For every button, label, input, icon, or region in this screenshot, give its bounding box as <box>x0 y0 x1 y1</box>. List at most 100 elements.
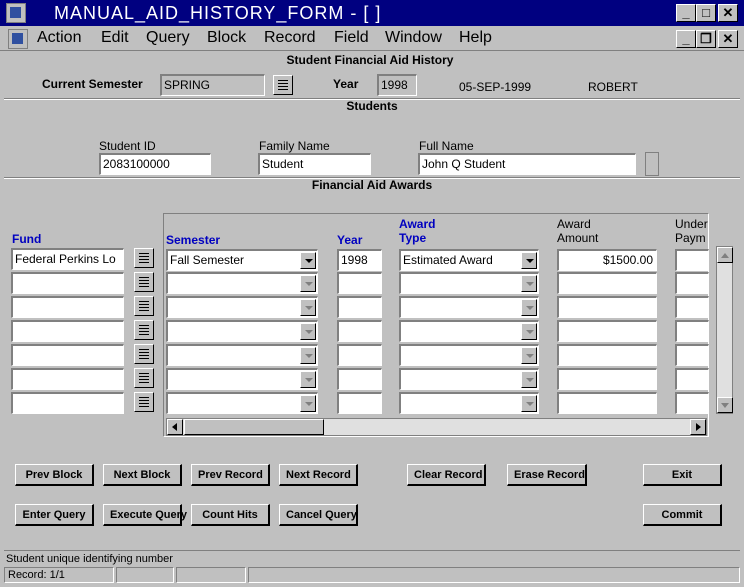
award-type-select[interactable] <box>399 392 539 414</box>
next-block-button[interactable]: Next Block <box>103 464 182 486</box>
under-payment-input[interactable] <box>675 392 709 414</box>
fund-input[interactable] <box>11 368 124 390</box>
year-input[interactable] <box>337 368 382 390</box>
fund-lov-button[interactable] <box>134 272 154 292</box>
semester-select[interactable] <box>166 320 318 342</box>
close-button[interactable]: ✕ <box>718 4 738 22</box>
fund-input[interactable] <box>11 392 124 414</box>
award-amount-input[interactable] <box>557 368 657 390</box>
fund-lov-button[interactable] <box>134 368 154 388</box>
semester-select[interactable] <box>166 344 318 366</box>
scroll-thumb[interactable] <box>184 419 324 435</box>
menu-block[interactable]: Block <box>207 29 246 47</box>
fund-input[interactable] <box>11 296 124 318</box>
student-id-input[interactable]: 2083100000 <box>99 153 211 175</box>
fund-input[interactable] <box>11 344 124 366</box>
scroll-down-icon[interactable] <box>717 397 733 413</box>
fund-lov-button[interactable] <box>134 344 154 364</box>
year-input[interactable] <box>337 296 382 318</box>
cancel-query-button[interactable]: Cancel Query <box>279 504 358 526</box>
enter-query-button[interactable]: Enter Query <box>15 504 94 526</box>
menu-query[interactable]: Query <box>146 29 190 47</box>
fund-input[interactable]: Federal Perkins Lo <box>11 248 124 270</box>
doc-restore-button[interactable]: ❐ <box>696 30 716 48</box>
doc-close-button[interactable]: ✕ <box>718 30 738 48</box>
award-amount-input[interactable] <box>557 344 657 366</box>
year-input[interactable] <box>337 344 382 366</box>
semester-select[interactable] <box>166 272 318 294</box>
prev-record-button[interactable]: Prev Record <box>191 464 270 486</box>
chevron-down-icon[interactable] <box>521 371 537 388</box>
under-payment-input[interactable] <box>675 296 709 318</box>
chevron-down-icon[interactable] <box>300 323 316 340</box>
menu-window[interactable]: Window <box>385 29 442 47</box>
fund-input[interactable] <box>11 320 124 342</box>
under-payment-input[interactable] <box>675 368 709 390</box>
year-input[interactable] <box>337 272 382 294</box>
under-payment-input[interactable] <box>675 344 709 366</box>
chevron-down-icon[interactable] <box>300 371 316 388</box>
chevron-down-icon[interactable] <box>300 347 316 364</box>
menu-field[interactable]: Field <box>334 29 369 47</box>
under-payment-input[interactable] <box>675 249 709 271</box>
full-name-input[interactable]: John Q Student <box>418 153 636 175</box>
scroll-right-icon[interactable] <box>690 419 706 435</box>
under-payment-input[interactable] <box>675 272 709 294</box>
semester-lov-button[interactable] <box>273 75 293 95</box>
award-amount-input[interactable] <box>557 272 657 294</box>
commit-button[interactable]: Commit <box>643 504 722 526</box>
chevron-down-icon[interactable] <box>300 275 316 292</box>
award-amount-input[interactable]: $1500.00 <box>557 249 657 271</box>
award-type-select[interactable]: Estimated Award <box>399 249 539 271</box>
erase-record-button[interactable]: Erase Record <box>507 464 587 486</box>
clear-record-button[interactable]: Clear Record <box>407 464 486 486</box>
chevron-down-icon[interactable] <box>521 252 537 269</box>
semester-select[interactable]: Fall Semester <box>166 249 318 271</box>
count-hits-button[interactable]: Count Hits <box>191 504 270 526</box>
fund-input[interactable] <box>11 272 124 294</box>
app-icon[interactable] <box>6 3 26 23</box>
horizontal-scrollbar[interactable] <box>166 418 707 436</box>
award-type-select[interactable] <box>399 368 539 390</box>
under-payment-input[interactable] <box>675 320 709 342</box>
fund-lov-button[interactable] <box>134 392 154 412</box>
fund-lov-button[interactable] <box>134 296 154 316</box>
award-amount-input[interactable] <box>557 296 657 318</box>
fund-lov-button[interactable] <box>134 248 154 268</box>
semester-select[interactable] <box>166 368 318 390</box>
minimize-button[interactable]: _ <box>676 4 696 22</box>
award-type-select[interactable] <box>399 272 539 294</box>
chevron-down-icon[interactable] <box>300 252 316 269</box>
chevron-down-icon[interactable] <box>300 299 316 316</box>
semester-select[interactable] <box>166 296 318 318</box>
menu-action[interactable]: Action <box>37 29 81 47</box>
award-type-select[interactable] <box>399 320 539 342</box>
student-scrollbar[interactable] <box>645 152 659 176</box>
year-input[interactable]: 1998 <box>337 249 382 271</box>
chevron-down-icon[interactable] <box>521 347 537 364</box>
vertical-scrollbar[interactable] <box>716 246 733 414</box>
year-input[interactable] <box>337 392 382 414</box>
menu-record[interactable]: Record <box>264 29 316 47</box>
award-type-select[interactable] <box>399 296 539 318</box>
doc-minimize-button[interactable]: _ <box>676 30 696 48</box>
chevron-down-icon[interactable] <box>521 299 537 316</box>
award-amount-input[interactable] <box>557 320 657 342</box>
award-type-select[interactable] <box>399 344 539 366</box>
scroll-left-icon[interactable] <box>167 419 183 435</box>
chevron-down-icon[interactable] <box>300 395 316 412</box>
doc-icon[interactable] <box>8 29 28 49</box>
year-input[interactable] <box>337 320 382 342</box>
prev-block-button[interactable]: Prev Block <box>15 464 94 486</box>
scroll-up-icon[interactable] <box>717 247 733 263</box>
chevron-down-icon[interactable] <box>521 275 537 292</box>
chevron-down-icon[interactable] <box>521 323 537 340</box>
fund-lov-button[interactable] <box>134 320 154 340</box>
exit-button[interactable]: Exit <box>643 464 722 486</box>
next-record-button[interactable]: Next Record <box>279 464 358 486</box>
award-amount-input[interactable] <box>557 392 657 414</box>
maximize-button[interactable]: □ <box>696 4 716 22</box>
chevron-down-icon[interactable] <box>521 395 537 412</box>
menu-edit[interactable]: Edit <box>101 29 129 47</box>
semester-select[interactable] <box>166 392 318 414</box>
